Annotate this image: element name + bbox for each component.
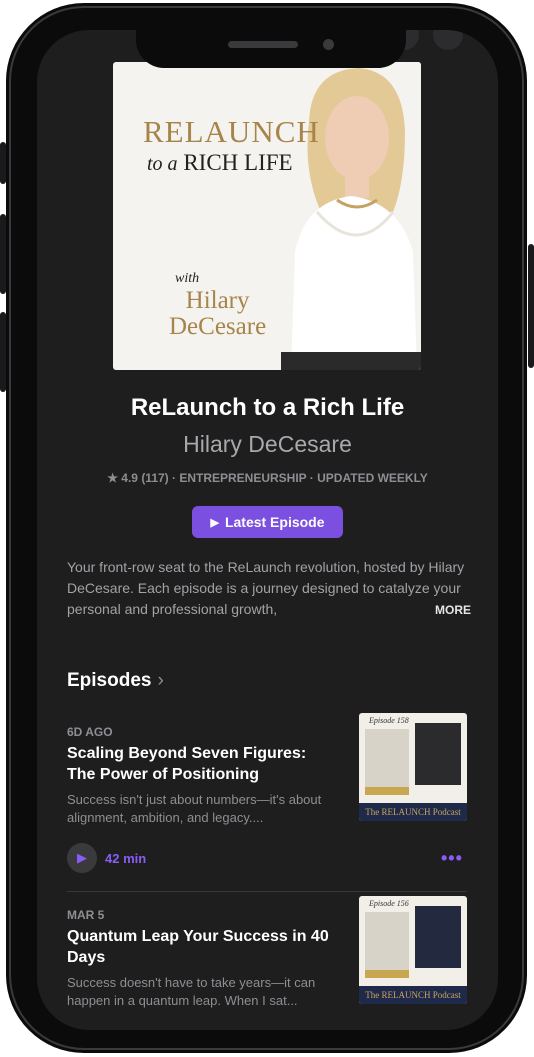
app-screen: RELAUNCH to a RICH LIFE with Hilary DeCes… — [37, 30, 498, 1030]
episode-artwork: Episode 156 The RELAUNCH Podcast — [359, 896, 467, 1004]
episode-player: ▶ 42 min — [67, 843, 146, 873]
volume-up-button — [0, 214, 6, 294]
latest-episode-label: Latest Episode — [224, 514, 325, 530]
episode-artwork: Episode 158 The RELAUNCH Podcast — [359, 713, 467, 821]
episodes-header-link[interactable]: Episodes › — [67, 670, 164, 692]
cover-title-line1: RELAUNCH — [143, 114, 320, 149]
name-bar — [365, 787, 409, 795]
cover-with-label: with — [175, 271, 200, 286]
cover-host-name: Hilary DeCesare — [169, 288, 266, 340]
host-photo — [365, 729, 409, 787]
episode-divider — [67, 891, 467, 892]
power-button — [528, 244, 534, 368]
name-bar — [365, 970, 409, 978]
front-camera — [323, 39, 334, 50]
cover-title-line2: to a RICH LIFE — [147, 150, 293, 176]
podcast-meta: ★ 4.9 (117) · ENTREPRENEURSHIP · UPDATED… — [37, 471, 498, 485]
podcast-cover-art: RELAUNCH to a RICH LIFE with Hilary DeCes… — [113, 62, 421, 370]
guest-photo — [415, 723, 461, 785]
guest-photo — [415, 906, 461, 968]
play-icon: ▶ — [210, 516, 219, 529]
latest-episode-button[interactable]: ▶ Latest Episode — [192, 506, 343, 538]
episode-title[interactable]: Scaling Beyond Seven Figures: The Power … — [67, 743, 337, 785]
podcast-title: ReLaunch to a Rich Life — [130, 394, 405, 421]
podcast-band: The RELAUNCH Podcast — [359, 986, 467, 1004]
play-icon: ▶ — [77, 850, 87, 865]
more-description-button[interactable]: MORE — [429, 603, 471, 617]
volume-down-button — [0, 312, 6, 392]
episodes-heading: Episodes — [67, 670, 152, 691]
more-options-button[interactable] — [433, 30, 463, 50]
episode-description: Success isn't just about numbers—it's ab… — [67, 792, 322, 825]
silent-switch — [0, 142, 6, 184]
star-icon: ★ — [107, 471, 118, 485]
podcast-meta-text: 4.9 (117) · ENTREPRENEURSHIP · UPDATED W… — [121, 471, 428, 485]
episode-number-label: Episode 158 — [369, 716, 409, 725]
cover-host-first: Hilary — [185, 287, 250, 314]
episode-item[interactable]: MAR 5 Quantum Leap Your Success in 40 Da… — [67, 896, 467, 1010]
podcast-band: The RELAUNCH Podcast — [359, 803, 467, 821]
episode-more-icon[interactable]: ••• — [441, 848, 463, 869]
podcast-description: Your front-row seat to the ReLaunch revo… — [67, 559, 465, 617]
chevron-right-icon: › — [157, 670, 164, 691]
cover-title-rich-life: RICH LIFE — [183, 150, 293, 175]
phone-notch — [136, 30, 406, 68]
episode-item[interactable]: 6D AGO Scaling Beyond Seven Figures: The… — [67, 713, 467, 827]
cover-host-last: DeCesare — [169, 313, 267, 340]
host-photo — [365, 912, 409, 970]
episode-title[interactable]: Quantum Leap Your Success in 40 Days — [67, 926, 337, 968]
speaker-grille — [228, 41, 298, 48]
episode-number-label: Episode 156 — [369, 899, 409, 908]
play-episode-button[interactable]: ▶ — [67, 843, 97, 873]
podcast-artist-link[interactable]: Hilary DeCesare — [37, 431, 498, 458]
episode-duration: 42 min — [105, 850, 147, 866]
cover-title-connector: to a — [147, 153, 178, 175]
host-portrait — [281, 62, 421, 370]
episode-description: Success doesn't have to take years—it ca… — [67, 975, 316, 1008]
